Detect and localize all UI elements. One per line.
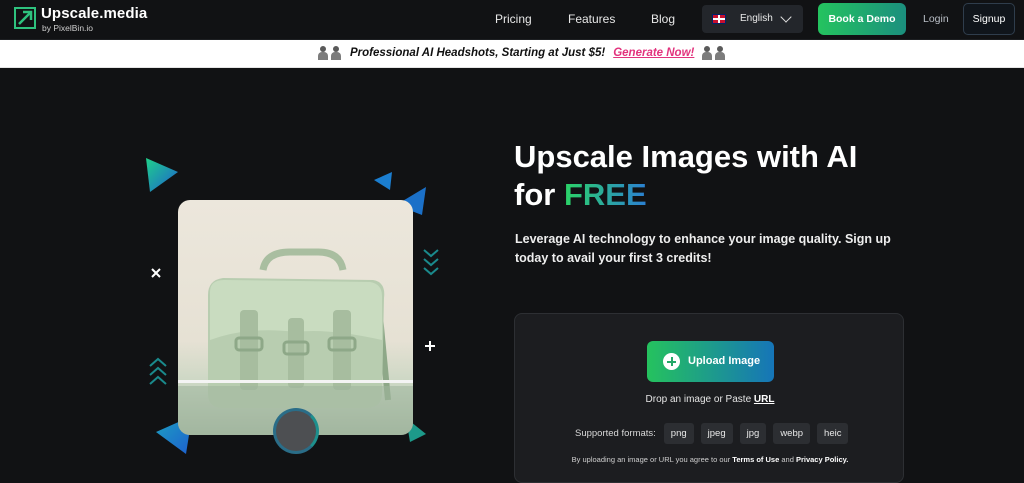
uk-flag-cross	[713, 15, 725, 23]
format-chip-webp: webp	[773, 423, 811, 444]
bag-illustration	[178, 248, 413, 435]
nav-link-pricing[interactable]: Pricing	[495, 12, 532, 26]
book-demo-button[interactable]: Book a Demo	[818, 3, 906, 35]
plus-icon	[425, 341, 435, 351]
supported-formats: Supported formats: png jpeg jpg webp hei…	[575, 423, 855, 444]
triangle-decoration-icon	[374, 172, 392, 190]
terms-notice: By uploading an image or URL you agree t…	[515, 455, 905, 464]
top-navigation: Upscale.media by PixelBin.io Pricing Fea…	[0, 0, 1024, 40]
terms-prefix: By uploading an image or URL you agree t…	[571, 455, 733, 464]
nav-link-blog[interactable]: Blog	[651, 12, 675, 26]
chevron-down-icon	[780, 11, 792, 23]
terms-of-use-link[interactable]: Terms of Use	[732, 455, 779, 464]
upload-image-button[interactable]: Upload Image	[647, 341, 774, 382]
hero-title-for: for	[514, 177, 564, 212]
logo-title: Upscale.media	[41, 5, 148, 22]
loading-spinner	[273, 408, 319, 454]
hero-title-line1: Upscale Images with AI	[514, 139, 858, 174]
sample-bag-photo	[178, 200, 413, 435]
generate-now-link[interactable]: Generate Now!	[613, 47, 694, 59]
format-chip-heic: heic	[817, 423, 849, 444]
plus-circle-icon	[663, 353, 680, 370]
hero-title: Upscale Images with AI for FREE	[514, 138, 857, 214]
login-link[interactable]: Login	[923, 13, 949, 25]
language-selector[interactable]: English	[702, 5, 803, 33]
drop-text: Drop an image or Paste	[645, 394, 754, 405]
signup-button[interactable]: Signup	[963, 3, 1015, 35]
privacy-policy-link[interactable]: Privacy Policy.	[796, 455, 848, 464]
person-icon	[318, 46, 328, 60]
drop-hint: Drop an image or Paste URL	[515, 394, 905, 405]
upscale-logo-icon	[14, 7, 36, 29]
format-chip-jpeg: jpeg	[700, 423, 733, 444]
language-label: English	[740, 13, 773, 24]
promo-banner: Professional AI Headshots, Starting at J…	[0, 40, 1024, 68]
person-icon	[331, 46, 341, 60]
hero-subtitle: Leverage AI technology to enhance your i…	[515, 232, 891, 265]
format-chip-png: png	[663, 423, 694, 444]
format-chip-jpg: jpg	[739, 423, 767, 444]
upload-card[interactable]: Upload Image Drop an image or Paste URL …	[514, 313, 904, 483]
hero-title-free: FREE	[563, 177, 647, 212]
hero-title-line2: for FREE	[514, 176, 857, 214]
person-icon	[702, 46, 713, 60]
person-icon	[715, 46, 726, 60]
formats-label: Supported formats:	[575, 428, 656, 439]
close-icon	[151, 268, 161, 278]
logo-subtitle: by PixelBin.io	[42, 23, 94, 33]
nav-link-features[interactable]: Features	[568, 12, 615, 26]
chevrons-up-icon	[149, 357, 167, 385]
compare-slider-line[interactable]	[178, 380, 413, 383]
paste-url-link[interactable]: URL	[754, 394, 775, 405]
chevrons-down-icon	[423, 249, 439, 276]
promo-text: Professional AI Headshots, Starting at J…	[350, 47, 606, 59]
triangle-decoration-icon	[146, 158, 178, 192]
upload-button-label: Upload Image	[688, 355, 761, 367]
terms-and: and	[779, 455, 796, 464]
